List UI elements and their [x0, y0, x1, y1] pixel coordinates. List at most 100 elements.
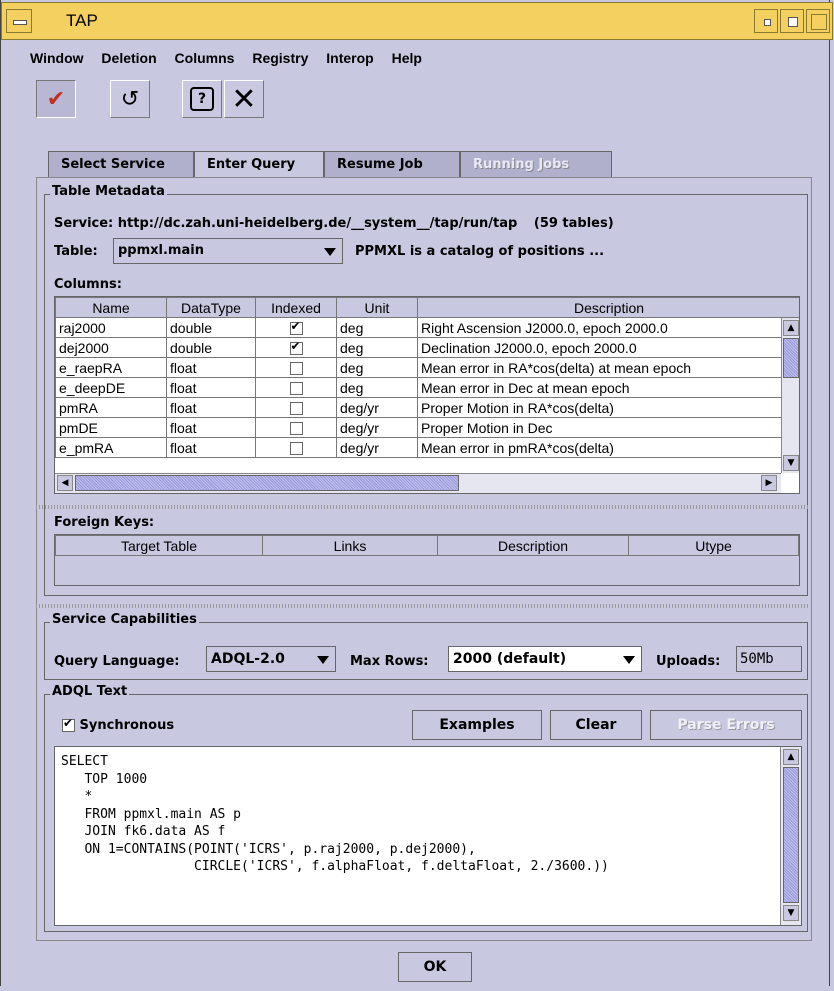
reload-button[interactable]: ↺: [110, 80, 150, 118]
column-unit-cell: deg/yr: [336, 397, 418, 418]
menu-help[interactable]: Help: [392, 50, 422, 66]
service-capabilities-panel: [44, 622, 808, 680]
pin-icon: ✔: [46, 86, 66, 112]
table-row[interactable]: pmDE float deg/yr Proper Motion in Dec: [55, 417, 799, 438]
tab-enter-query[interactable]: Enter Query: [194, 151, 324, 178]
fk-header-target-table[interactable]: Target Table: [55, 535, 263, 556]
help-icon: ?: [190, 87, 214, 111]
help-button[interactable]: ?: [182, 80, 222, 118]
scroll-right-icon[interactable]: ▶: [761, 475, 777, 491]
menu-columns[interactable]: Columns: [175, 50, 235, 66]
query-language-label: Query Language:: [54, 654, 180, 669]
adql-vscroll-thumb[interactable]: [783, 767, 799, 903]
foreign-keys-table: Target Table Links Description Utype: [55, 535, 799, 556]
chevron-down-icon: [623, 656, 635, 664]
table-select-value: ppmxl.main: [118, 243, 204, 258]
column-description-cell: Mean error in RA*cos(delta) at mean epoc…: [417, 357, 799, 378]
tab-running-jobs: Running Jobs: [460, 151, 612, 177]
columns-hscroll-thumb[interactable]: [75, 475, 459, 491]
columns-hscroll[interactable]: ◀ ▶: [55, 473, 781, 493]
columns-table: Name DataType Indexed Unit Description r…: [55, 297, 799, 458]
ok-button[interactable]: OK: [398, 952, 472, 982]
service-url: http://dc.zah.uni-heidelberg.de/__system…: [117, 216, 518, 231]
column-description-cell: Mean error in Dec at mean epoch: [417, 377, 799, 398]
tap-window: TAP Window Deletion Columns Registry Int…: [0, 0, 834, 991]
scroll-up-icon[interactable]: ▲: [783, 749, 799, 765]
service-line: Service: http://dc.zah.uni-heidelberg.de…: [54, 216, 614, 231]
pin-button[interactable]: ✔: [36, 80, 76, 118]
uploads-label: Uploads:: [656, 654, 721, 669]
column-datatype-cell: float: [166, 357, 256, 378]
maximize-icon[interactable]: [780, 9, 804, 33]
foreign-keys-table-viewport: Target Table Links Description Utype: [54, 534, 800, 586]
clear-button[interactable]: Clear: [550, 710, 642, 740]
column-datatype-cell: float: [166, 377, 256, 398]
column-header-unit[interactable]: Unit: [336, 297, 418, 318]
tab-resume-job[interactable]: Resume Job: [324, 151, 460, 177]
menu-deletion[interactable]: Deletion: [101, 50, 156, 66]
close-icon: ✕: [231, 81, 257, 117]
fk-header-links[interactable]: Links: [262, 535, 438, 556]
table-row[interactable]: e_deepDE float deg Mean error in Dec at mea…: [55, 377, 799, 398]
column-indexed-cell: [255, 437, 337, 458]
query-language-select[interactable]: ADQL-2.0: [206, 646, 336, 672]
adql-vscroll[interactable]: ▲ ▼: [780, 747, 801, 925]
column-datatype-cell: double: [166, 317, 256, 338]
foreign-keys-label: Foreign Keys:: [54, 515, 155, 530]
tab-select-service[interactable]: Select Service: [48, 151, 194, 177]
table-row[interactable]: raj2000double degRight Ascension J2000.0,…: [55, 317, 799, 338]
column-indexed-cell: [255, 417, 337, 438]
table-row[interactable]: e_pmRA float deg/yr Mean error in pmRA*cos(…: [55, 437, 799, 458]
adql-query-input[interactable]: SELECT TOP 1000 * FROM ppmxl.main AS p J…: [54, 746, 802, 926]
table-row[interactable]: dej2000double degDeclination J2000.0, epo…: [55, 337, 799, 358]
column-header-description[interactable]: Description: [417, 297, 799, 318]
fk-header-row: Target Table Links Description Utype: [55, 535, 799, 556]
max-rows-select[interactable]: 2000 (default): [448, 646, 642, 672]
column-unit-cell: deg/yr: [336, 437, 418, 458]
column-unit-cell: deg: [336, 377, 418, 398]
fk-header-utype[interactable]: Utype: [628, 535, 799, 556]
adql-text-legend: ADQL Text: [50, 684, 130, 699]
table-row[interactable]: pmRA float deg/yr Proper Motion in RA*cos(d…: [55, 397, 799, 418]
synchronous-checkbox[interactable]: Synchronous: [62, 716, 175, 733]
column-description-cell: Right Ascension J2000.0, epoch 2000.0: [417, 317, 799, 338]
window-menu-icon[interactable]: [6, 9, 32, 33]
indexed-checkbox-icon: [289, 319, 303, 336]
column-header-name[interactable]: Name: [55, 297, 167, 318]
fk-header-description[interactable]: Description: [437, 535, 629, 556]
indexed-checkbox-icon: [289, 422, 303, 436]
scroll-left-icon[interactable]: ◀: [57, 475, 73, 491]
scroll-down-icon[interactable]: ▼: [783, 905, 799, 921]
column-indexed-cell: [255, 377, 337, 398]
menu-registry[interactable]: Registry: [252, 50, 308, 66]
max-rows-label: Max Rows:: [350, 654, 429, 669]
parse-errors-button: Parse Errors: [650, 710, 802, 740]
column-name-cell: pmRA: [55, 397, 167, 418]
synchronous-check-icon[interactable]: [62, 716, 75, 732]
table-row[interactable]: e_raepRA float deg Mean error in RA*cos(del…: [55, 357, 799, 378]
menu-window[interactable]: Window: [30, 50, 84, 66]
scroll-down-icon[interactable]: ▼: [783, 455, 799, 471]
table-select[interactable]: ppmxl.main: [113, 238, 343, 264]
indexed-checkbox-icon: [289, 339, 303, 356]
service-label: Service:: [54, 216, 114, 231]
column-description-cell: Declination J2000.0, epoch 2000.0: [417, 337, 799, 358]
close-window-icon[interactable]: [806, 9, 830, 33]
column-datatype-cell: float: [166, 397, 256, 418]
columns-vscroll-thumb[interactable]: [783, 338, 799, 378]
column-header-datatype[interactable]: DataType: [166, 297, 256, 318]
minimize-icon[interactable]: [754, 9, 778, 33]
examples-button[interactable]: Examples: [412, 710, 542, 740]
column-header-indexed[interactable]: Indexed: [255, 297, 337, 318]
synchronous-label: Synchronous: [79, 718, 175, 733]
columns-vscroll[interactable]: ▲ ▼: [781, 318, 799, 473]
column-name-cell: dej2000: [55, 337, 167, 358]
split-divider-1[interactable]: [36, 505, 810, 509]
column-description-cell: Mean error in pmRA*cos(delta): [417, 437, 799, 458]
menu-interop[interactable]: Interop: [326, 50, 373, 66]
query-language-value: ADQL-2.0: [211, 651, 285, 667]
split-divider-2[interactable]: [36, 604, 810, 608]
scroll-up-icon[interactable]: ▲: [783, 320, 799, 336]
close-button[interactable]: ✕: [224, 80, 264, 118]
title-bar[interactable]: TAP: [1, 2, 833, 40]
